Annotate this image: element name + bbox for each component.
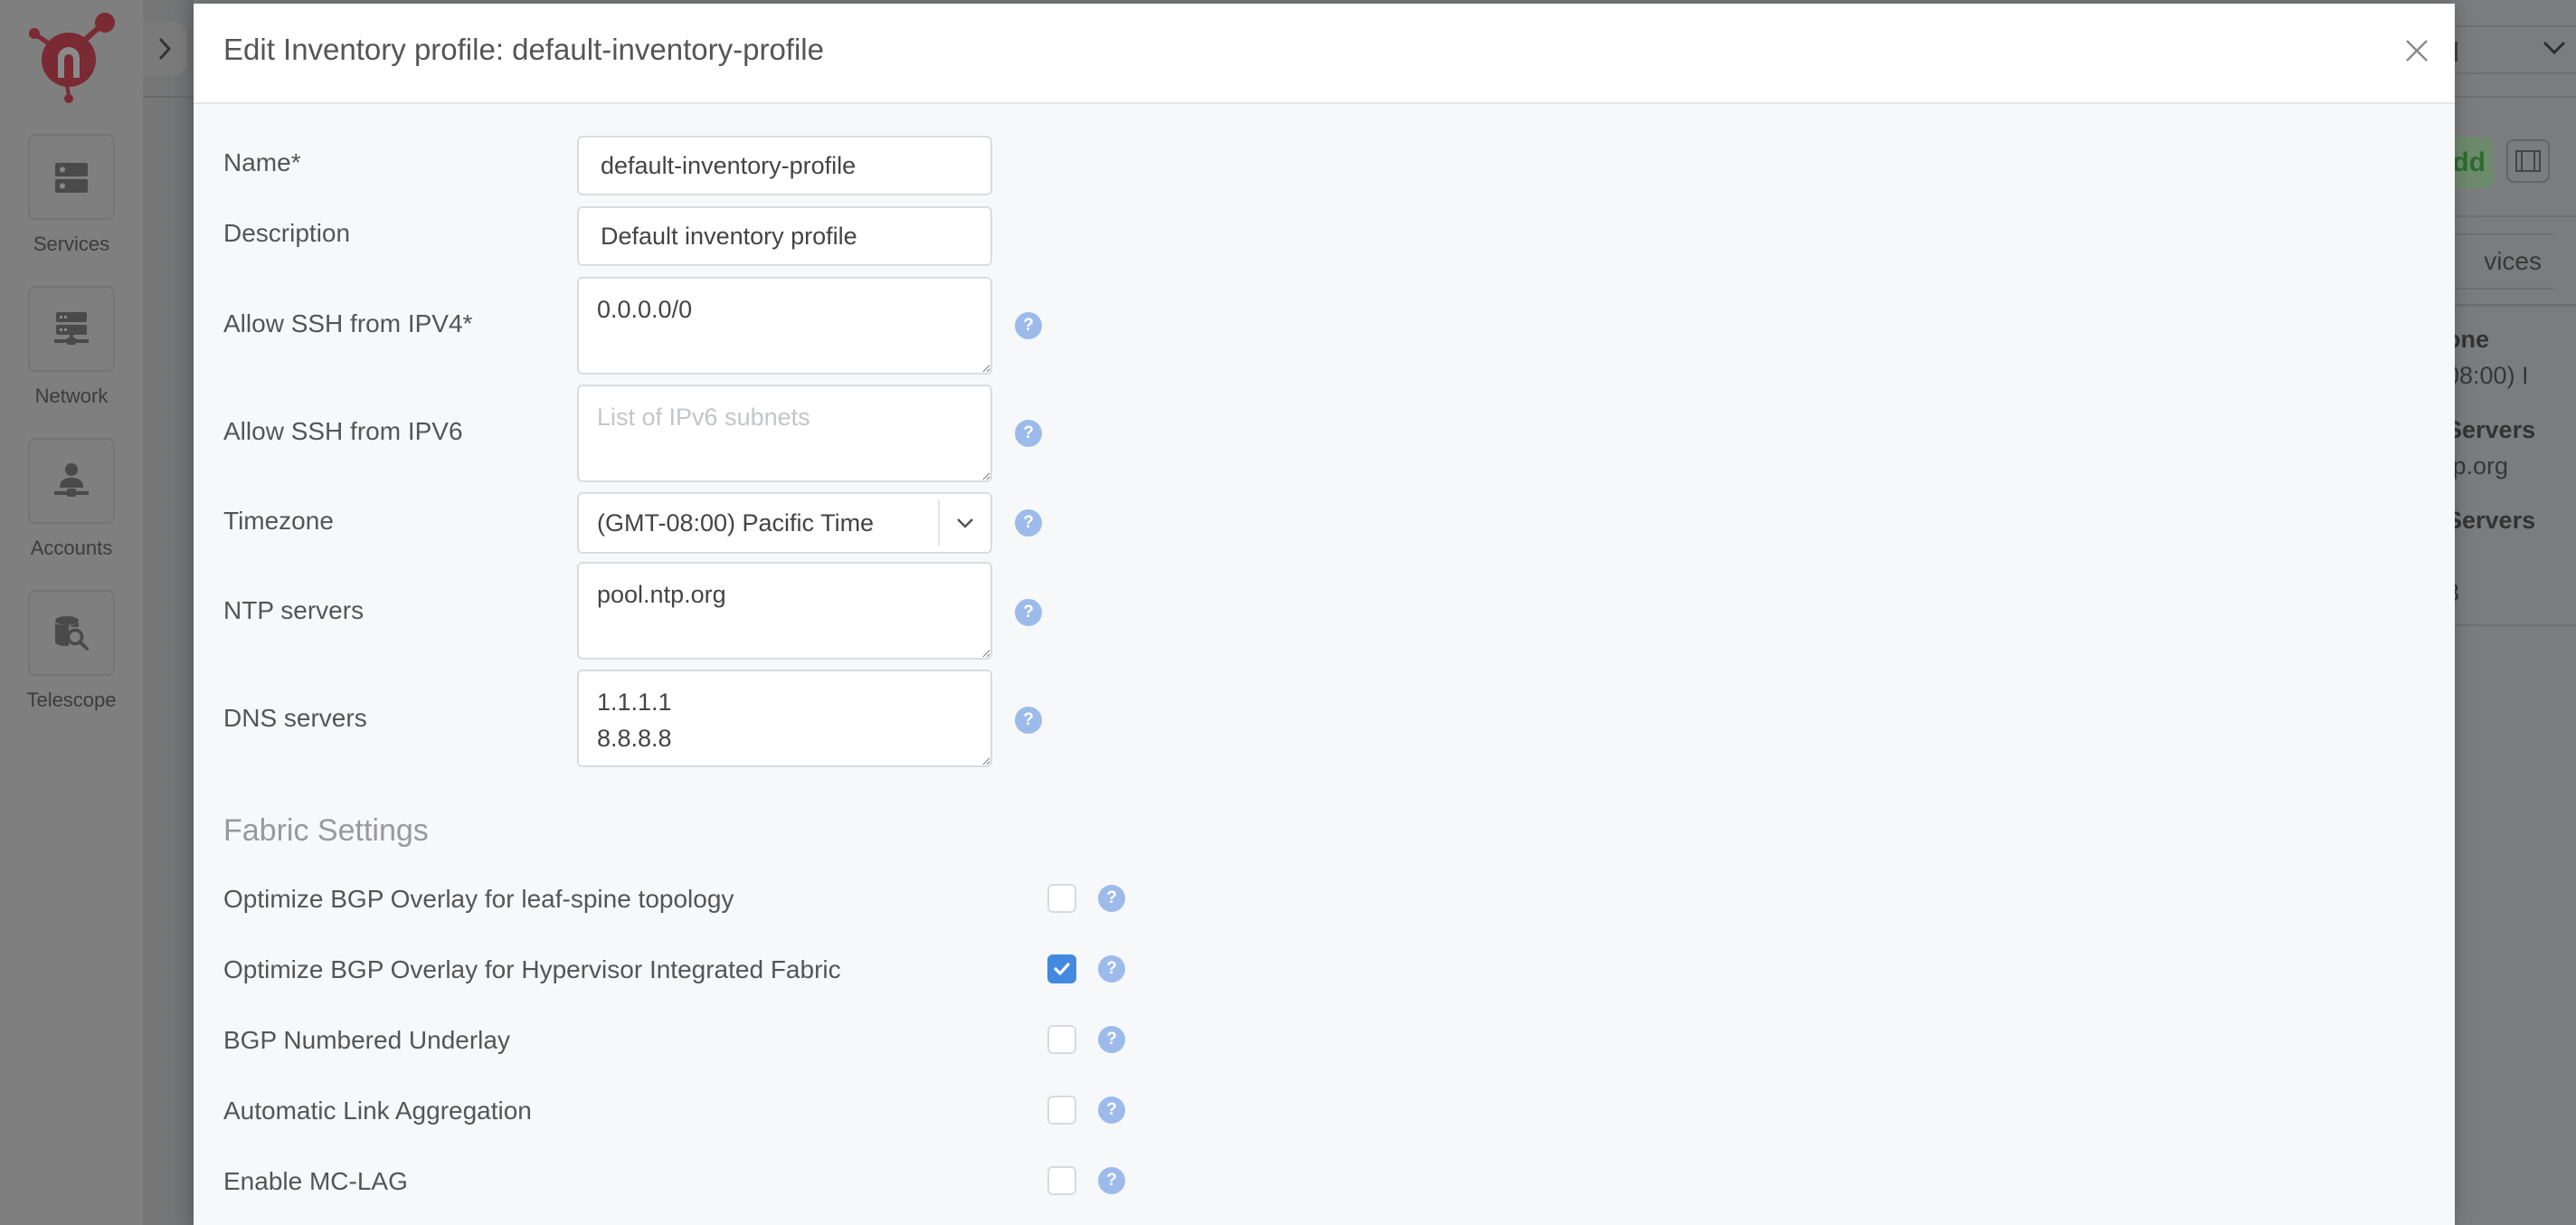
help-icon[interactable]: ? (1098, 885, 1125, 912)
text-caret (2455, 42, 2458, 62)
sidebar-item-telescope[interactable]: Telescope (0, 590, 143, 712)
ipv4-label: Allow SSH from IPV4* (223, 309, 473, 337)
timezone-value: (GMT-08:00) Pacific Time (597, 508, 875, 537)
fabric-option-label: Optimize BGP Overlay for Hypervisor Inte… (223, 955, 841, 983)
help-icon[interactable]: ? (1015, 509, 1042, 537)
sidebar: Services Network Accounts Telescope (0, 0, 143, 1225)
columns-toggle-button[interactable] (2506, 139, 2550, 183)
select-arrow[interactable] (940, 518, 990, 528)
services-tile[interactable] (28, 134, 115, 220)
divider (2455, 304, 2576, 307)
accounts-tile[interactable] (28, 438, 115, 524)
bg-field-value: 08:00) I (2455, 362, 2529, 389)
fabric-option-label: Optimize BGP Overlay for leaf-spine topo… (223, 885, 734, 913)
help-icon[interactable]: ? (1015, 707, 1042, 734)
columns-icon (2515, 150, 2541, 172)
help-icon[interactable]: ? (1015, 420, 1042, 447)
modal-title: Edit Inventory profile: default-inventor… (223, 33, 824, 66)
dns-textarea[interactable] (577, 669, 992, 767)
timezone-select[interactable]: (GMT-08:00) Pacific Time (577, 492, 992, 554)
help-icon[interactable]: ? (1015, 312, 1042, 339)
sidebar-item-accounts[interactable]: Accounts (0, 438, 143, 560)
sidebar-label-network: Network (34, 385, 109, 407)
bgp-numbered-underlay-checkbox[interactable] (1047, 1025, 1076, 1054)
auto-link-aggregation-checkbox[interactable] (1047, 1096, 1076, 1125)
fabric-option-label: Enable MC-LAG (223, 1167, 408, 1195)
bg-field-value: 3 (2455, 579, 2459, 607)
modal-header: Edit Inventory profile: default-inventor… (194, 4, 2455, 104)
help-icon[interactable]: ? (1098, 1167, 1125, 1194)
dns-label: DNS servers (223, 704, 367, 732)
bg-field-label: Servers (2455, 416, 2536, 443)
chevron-down-icon (957, 518, 973, 528)
divider (143, 96, 194, 98)
accounts-icon (54, 462, 89, 497)
add-button[interactable]: dd (2455, 138, 2493, 188)
bg-field-value: tp.org (2455, 452, 2509, 480)
divider (2455, 624, 2576, 626)
ipv4-textarea[interactable] (577, 277, 992, 375)
fabric-option-label: Automatic Link Aggregation (223, 1097, 532, 1125)
timezone-label: Timezone (223, 507, 334, 535)
fabric-settings-heading: Fabric Settings (223, 813, 429, 848)
sidebar-label-services: Services (33, 233, 110, 255)
telescope-tile[interactable] (28, 590, 115, 676)
network-icon (54, 311, 89, 345)
sidebar-label-telescope: Telescope (26, 688, 117, 711)
ntp-label: NTP servers (223, 596, 365, 624)
services-icon (55, 162, 88, 193)
edit-inventory-profile-modal: Edit Inventory profile: default-inventor… (194, 4, 2455, 1225)
sidebar-gutter (143, 0, 194, 1225)
close-button[interactable] (2399, 33, 2435, 69)
tab-services[interactable]: vices (2455, 233, 2554, 290)
ntp-textarea[interactable] (577, 562, 992, 660)
background-topbar (2455, 25, 2576, 74)
ipv6-textarea[interactable] (577, 385, 992, 482)
sidebar-item-network[interactable]: Network (0, 286, 143, 408)
divider (2455, 96, 2576, 98)
expand-sidebar-button[interactable] (143, 22, 186, 76)
mc-lag-checkbox[interactable] (1047, 1166, 1076, 1195)
divider (2455, 215, 2576, 217)
help-icon[interactable]: ? (1098, 955, 1125, 983)
ipv6-label: Allow SSH from IPV6 (223, 417, 463, 445)
name-label: Name* (223, 148, 301, 176)
network-tile[interactable] (28, 286, 115, 372)
netris-logo[interactable] (22, 13, 121, 103)
checkmark-icon (1054, 963, 1070, 975)
name-input[interactable] (577, 136, 992, 195)
help-icon[interactable]: ? (1015, 599, 1042, 626)
help-icon[interactable]: ? (1098, 1097, 1125, 1124)
sidebar-item-services[interactable]: Services (0, 134, 143, 256)
bg-field-label: one (2455, 326, 2490, 353)
hypervisor-fabric-checkbox[interactable] (1047, 954, 1076, 983)
background-content: dd vices one 08:00) I Servers tp.org Ser… (2455, 0, 2576, 1225)
leaf-spine-checkbox[interactable] (1047, 884, 1076, 913)
telescope-icon (55, 615, 89, 650)
description-input[interactable] (577, 206, 992, 266)
chevron-right-icon (158, 37, 172, 61)
close-icon (2406, 40, 2428, 62)
bg-field-label: Servers (2455, 507, 2536, 534)
fabric-option-label: BGP Numbered Underlay (223, 1026, 510, 1054)
help-icon[interactable]: ? (1098, 1026, 1125, 1053)
sidebar-label-accounts: Accounts (30, 537, 113, 559)
chevron-down-icon[interactable] (2542, 40, 2567, 56)
description-label: Description (223, 219, 351, 247)
